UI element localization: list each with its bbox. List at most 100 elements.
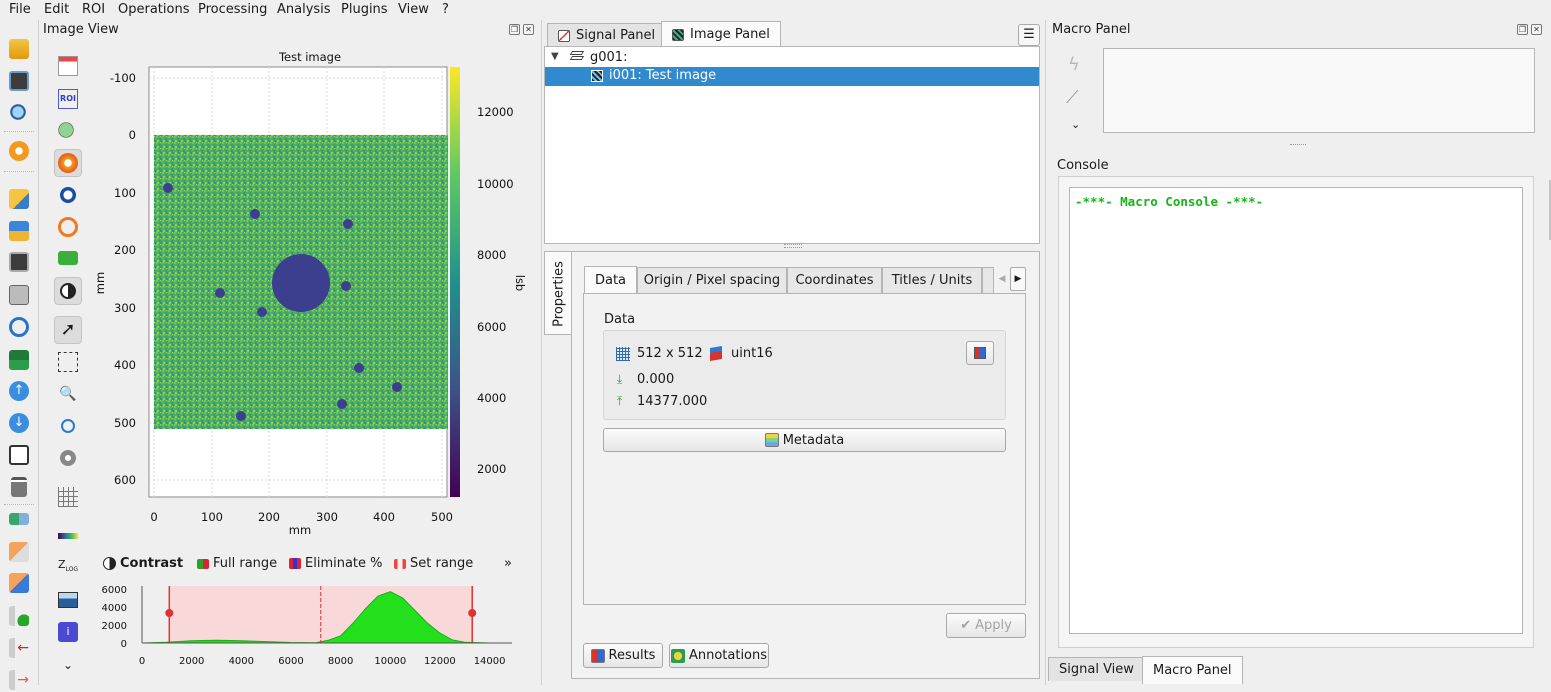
select-pointer-tool[interactable]: ➚ bbox=[54, 316, 82, 344]
comment-tool[interactable] bbox=[54, 244, 82, 272]
contrast-more-label: » bbox=[504, 556, 512, 571]
colorbar-tick: 6000 bbox=[477, 320, 506, 334]
tree-item-selected[interactable]: i001: Test image bbox=[545, 67, 1039, 86]
apply-button[interactable]: ✔ Apply bbox=[946, 613, 1026, 638]
set-range-label: Set range bbox=[410, 556, 474, 571]
macro-splitter[interactable] bbox=[1290, 144, 1306, 147]
duplicate-icon[interactable] bbox=[7, 283, 31, 307]
save-hdf5-icon[interactable] bbox=[7, 69, 31, 93]
copy-icon[interactable] bbox=[7, 443, 31, 467]
tab-image-panel[interactable]: Image Panel bbox=[661, 21, 781, 47]
menu-file[interactable]: File bbox=[9, 2, 31, 17]
colorbar-tick: 4000 bbox=[477, 391, 506, 405]
export-icon[interactable]: → bbox=[7, 668, 31, 692]
float-icon[interactable]: ❐ bbox=[1517, 24, 1528, 35]
roi-tool[interactable]: ROI bbox=[54, 85, 82, 113]
annotations-button[interactable]: Annotations bbox=[669, 643, 769, 668]
colorbar[interactable] bbox=[450, 67, 460, 497]
snapshot-tool[interactable] bbox=[54, 586, 82, 614]
x-tick: 300 bbox=[316, 510, 338, 524]
eliminate-button[interactable]: Eliminate % bbox=[289, 556, 383, 571]
results-label: Results bbox=[608, 648, 656, 663]
tab-coordinates[interactable]: Coordinates bbox=[787, 267, 882, 293]
open-hdf5-icon[interactable] bbox=[7, 37, 31, 61]
plot-settings-tool[interactable] bbox=[54, 444, 82, 472]
group-label[interactable]: g001: bbox=[590, 50, 627, 65]
menu-view[interactable]: View bbox=[398, 2, 429, 17]
refresh-tool[interactable] bbox=[54, 213, 82, 241]
tab-titles-units-label: Titles / Units bbox=[891, 273, 973, 288]
add-roi-icon[interactable] bbox=[7, 604, 31, 628]
menu-processing[interactable]: Processing bbox=[198, 2, 267, 17]
move-down-icon[interactable]: ↓ bbox=[7, 411, 31, 435]
zlog-tool[interactable]: ZLOG bbox=[54, 554, 82, 582]
menu-help[interactable]: ? bbox=[442, 2, 449, 17]
tab-data[interactable]: Data bbox=[584, 266, 637, 294]
info-tool[interactable]: i bbox=[54, 618, 82, 646]
range-min-handle[interactable] bbox=[165, 609, 174, 617]
tab-signal-panel[interactable]: Signal Panel bbox=[547, 23, 667, 47]
tab-scroll-right-icon[interactable]: ▶ bbox=[1010, 267, 1026, 291]
open-folder-icon[interactable] bbox=[7, 187, 31, 211]
stack-copy-icon[interactable] bbox=[7, 540, 31, 564]
image-plot[interactable]: Test image -100 0 100 200 300 400 500 60… bbox=[90, 40, 538, 540]
annotation-tool[interactable] bbox=[54, 118, 82, 146]
contrast-tool[interactable] bbox=[54, 277, 82, 305]
metadata-button[interactable]: Metadata bbox=[603, 428, 1006, 452]
move-up-icon[interactable]: ↑ bbox=[7, 379, 31, 403]
memory-icon[interactable] bbox=[7, 348, 31, 372]
full-range-button[interactable]: Full range bbox=[197, 556, 277, 571]
tab-titles-units[interactable]: Titles / Units bbox=[882, 267, 982, 293]
results-button[interactable]: Results bbox=[583, 643, 663, 668]
menu-edit[interactable]: Edit bbox=[44, 2, 69, 17]
set-range-button[interactable]: Set range bbox=[394, 556, 473, 571]
tab-truncated[interactable]: S bbox=[982, 267, 994, 293]
tab-scroll-left-icon[interactable]: ◀ bbox=[994, 267, 1010, 291]
menu-roi[interactable]: ROI bbox=[82, 2, 105, 17]
expand-arrow-icon[interactable]: ▼ bbox=[551, 51, 559, 62]
reload-icon[interactable] bbox=[7, 315, 31, 339]
stop-macro-icon[interactable]: ⟋ bbox=[1066, 87, 1088, 109]
colormap-tool[interactable] bbox=[54, 149, 82, 177]
browse-hdf5-icon[interactable] bbox=[7, 101, 31, 125]
menu-operations[interactable]: Operations bbox=[118, 2, 189, 17]
zoom-tool[interactable]: 🔍 bbox=[54, 380, 82, 408]
more-tools-chevron-icon[interactable]: ⌄ bbox=[54, 651, 82, 679]
splitter-handle[interactable] bbox=[784, 244, 802, 248]
import-icon[interactable]: ← bbox=[7, 636, 31, 660]
zoom-fit-tool[interactable] bbox=[54, 412, 82, 440]
tab-origin-pixel-spacing[interactable]: Origin / Pixel spacing bbox=[637, 267, 787, 293]
close-icon[interactable]: ✕ bbox=[523, 24, 534, 35]
view-data-button[interactable] bbox=[966, 341, 994, 365]
tab-macro-panel[interactable]: Macro Panel bbox=[1142, 656, 1243, 684]
menu-plugins[interactable]: Plugins bbox=[341, 2, 388, 17]
panel-menu-list-icon[interactable]: ☰ bbox=[1018, 24, 1040, 46]
new-image-tool[interactable] bbox=[54, 52, 82, 80]
tab-properties[interactable]: Properties bbox=[544, 251, 571, 335]
view-tool[interactable] bbox=[54, 181, 82, 209]
hist-y-tick: 2000 bbox=[102, 621, 127, 632]
settings-gear-icon[interactable] bbox=[7, 139, 31, 163]
histogram-plot[interactable]: 6000 4000 2000 0 0 2000 4000 6000 8000 10000 1… bbox=[96, 582, 532, 668]
contrast-more-button[interactable]: » bbox=[504, 556, 512, 571]
rect-zoom-tool[interactable] bbox=[54, 348, 82, 376]
hist-x-tick: 8000 bbox=[328, 656, 353, 667]
float-icon[interactable]: ❐ bbox=[509, 24, 520, 35]
more-chevron-icon[interactable]: ⌄ bbox=[1071, 118, 1080, 131]
menu-analysis[interactable]: Analysis bbox=[277, 2, 331, 17]
grid-tool[interactable] bbox=[54, 483, 82, 511]
stack-view-icon[interactable] bbox=[7, 571, 31, 595]
run-macro-lightning-icon[interactable]: ϟ bbox=[1068, 54, 1086, 76]
tab-signal-view[interactable]: Signal View bbox=[1048, 657, 1145, 681]
range-max-handle[interactable] bbox=[468, 609, 477, 617]
console-output[interactable]: -***- Macro Console -***- bbox=[1069, 187, 1523, 634]
full-range-icon bbox=[197, 558, 209, 569]
delete-icon[interactable] bbox=[7, 475, 31, 499]
hist-x-tick: 4000 bbox=[229, 656, 254, 667]
close-icon[interactable]: ✕ bbox=[1531, 24, 1542, 35]
macro-tabs-area[interactable] bbox=[1103, 48, 1535, 133]
colormap-bar-tool[interactable] bbox=[54, 522, 82, 550]
transfer-icon[interactable] bbox=[7, 507, 31, 531]
upload-icon[interactable] bbox=[7, 219, 31, 243]
save-icon[interactable] bbox=[7, 250, 31, 274]
